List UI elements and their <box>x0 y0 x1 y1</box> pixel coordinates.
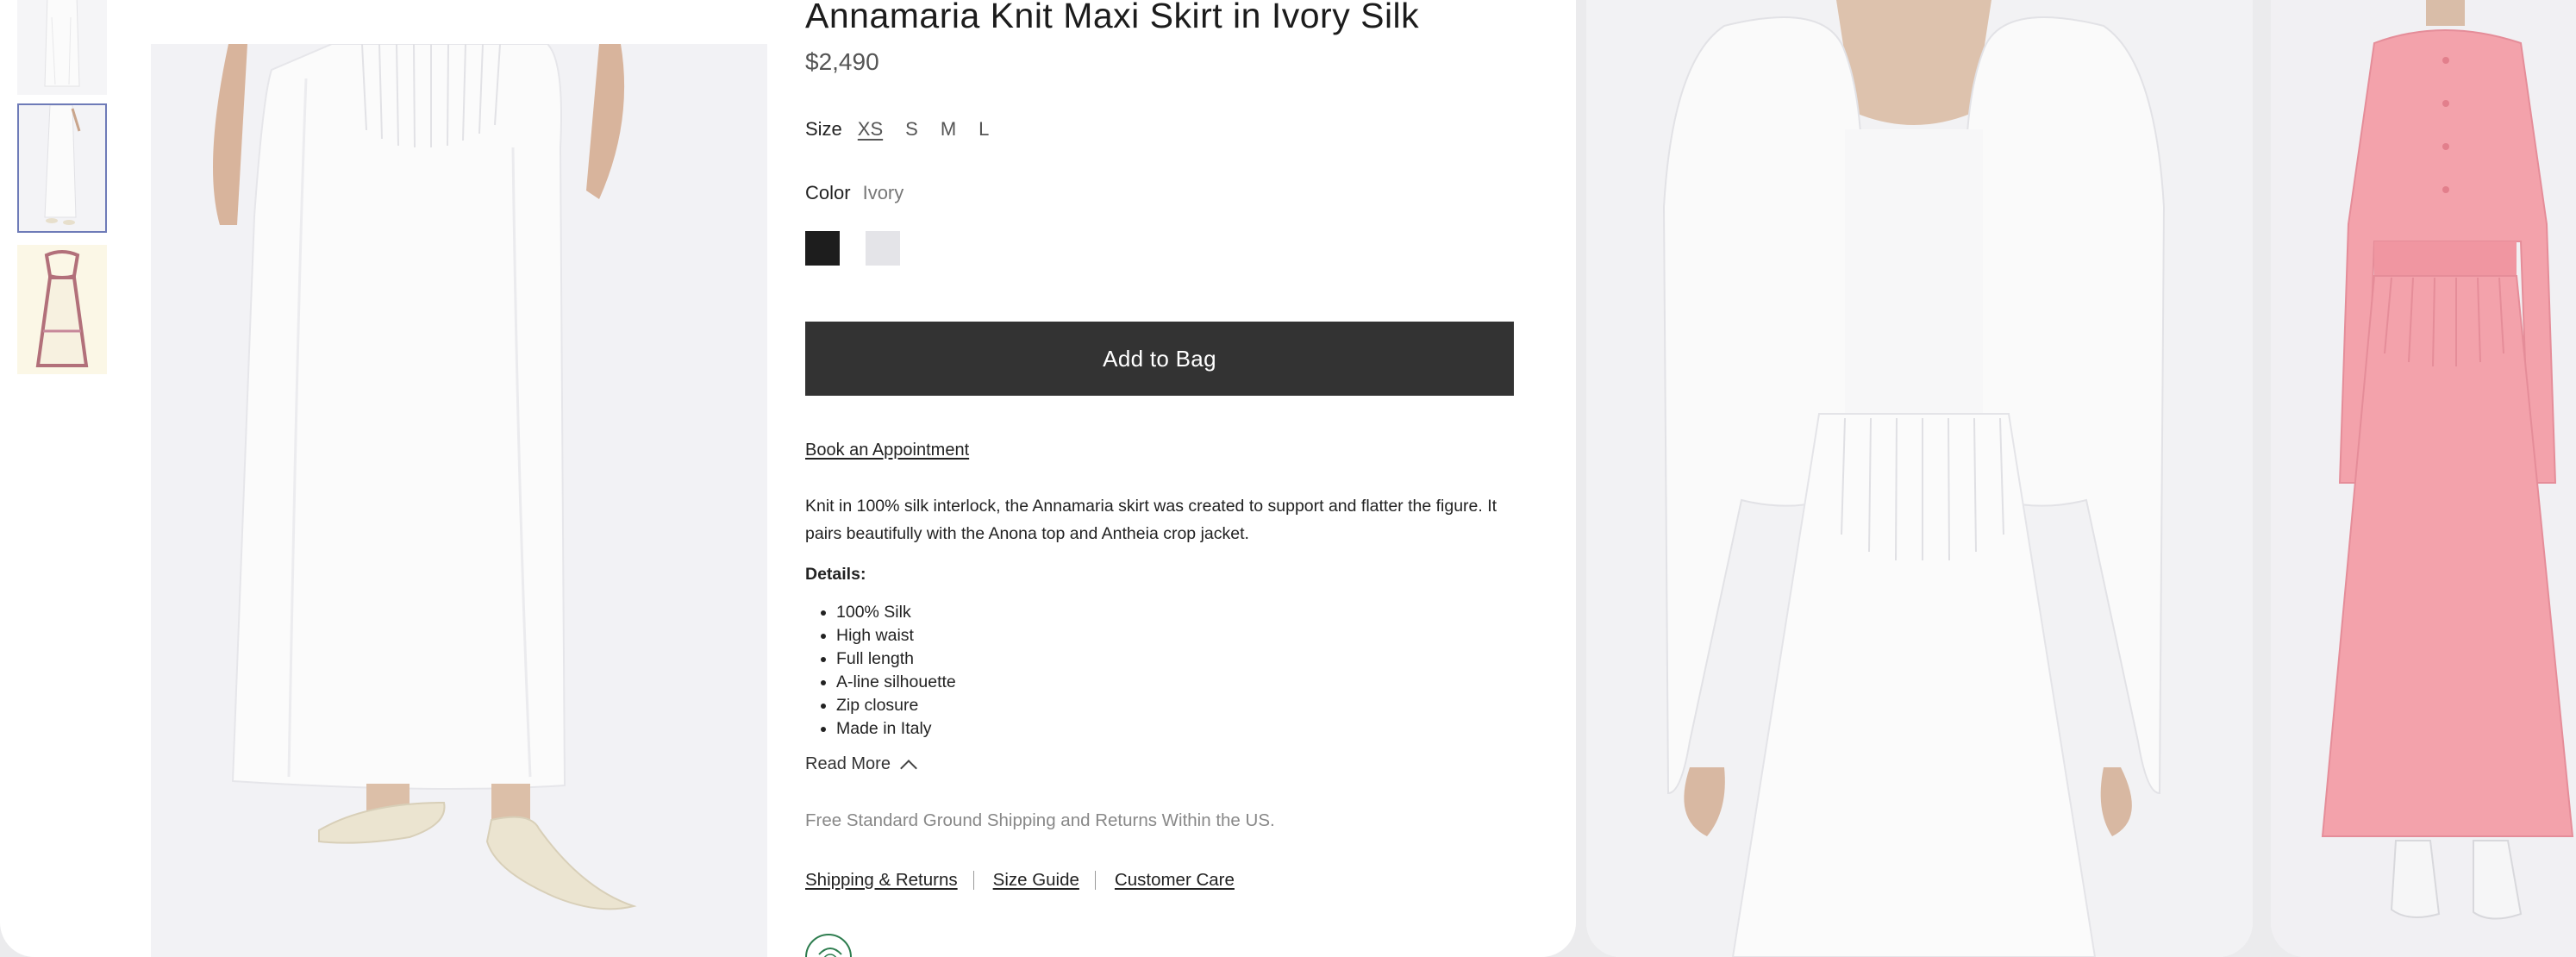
color-selector: Color Ivory <box>805 182 903 204</box>
chevron-up-icon <box>900 759 917 777</box>
product-description: Knit in 100% silk interlock, the Annamar… <box>805 497 1497 543</box>
related-product-card-jacket[interactable] <box>1586 0 2253 957</box>
color-value: Ivory <box>862 182 904 203</box>
shipping-note: Free Standard Ground Shipping and Return… <box>805 810 1275 830</box>
product-title: Annamaria Knit Maxi Skirt in Ivory Silk <box>805 0 1420 35</box>
link-divider <box>972 871 974 890</box>
size-option-m[interactable]: M <box>941 118 956 141</box>
details-item: High waist <box>836 624 956 647</box>
thumbnail-2-selected[interactable] <box>17 103 107 233</box>
product-price: $2,490 <box>805 48 879 75</box>
color-label: Color <box>805 182 851 203</box>
details-item: 100% Silk <box>836 601 956 624</box>
color-swatches <box>805 231 900 266</box>
related-product-card-pink-dress[interactable] <box>2271 0 2576 957</box>
thumbnail-3[interactable] <box>17 245 107 374</box>
size-option-xs[interactable]: XS <box>858 118 883 141</box>
size-option-s[interactable]: S <box>905 118 918 141</box>
size-guide-link[interactable]: Size Guide <box>993 870 1079 891</box>
details-heading: Details: <box>805 565 866 584</box>
read-more-label: Read More <box>805 754 891 773</box>
swatch-black[interactable] <box>805 231 840 266</box>
swatch-ivory[interactable] <box>866 231 900 266</box>
related-product-image <box>1586 0 2253 957</box>
details-item: Full length <box>836 647 956 671</box>
add-to-bag-button[interactable]: Add to Bag <box>805 322 1514 396</box>
book-appointment-link[interactable]: Book an Appointment <box>805 441 969 460</box>
read-more-toggle[interactable]: Read More <box>805 754 917 777</box>
shipping-returns-link[interactable]: Shipping & Returns <box>805 870 958 891</box>
related-product-image <box>2271 0 2576 957</box>
details-item: Zip closure <box>836 694 956 717</box>
size-label: Size <box>805 118 842 140</box>
details-item: A-line silhouette <box>836 671 956 694</box>
details-item: Made in Italy <box>836 717 956 741</box>
page: Annamaria Knit Maxi Skirt in Ivory Silk … <box>0 0 2576 957</box>
details-list: 100% Silk High waist Full length A-line … <box>836 601 956 741</box>
link-divider <box>1094 871 1096 890</box>
size-option-l[interactable]: L <box>979 118 989 141</box>
sustainability-badge-icon <box>805 934 852 957</box>
product-main-card: Annamaria Knit Maxi Skirt in Ivory Silk … <box>0 0 1576 957</box>
main-product-image <box>151 44 767 957</box>
size-selector: Size XS S M L <box>805 118 989 141</box>
thumbnail-1[interactable] <box>17 0 107 95</box>
footer-links: Shipping & Returns Size Guide Customer C… <box>805 870 1235 891</box>
customer-care-link[interactable]: Customer Care <box>1115 870 1235 891</box>
